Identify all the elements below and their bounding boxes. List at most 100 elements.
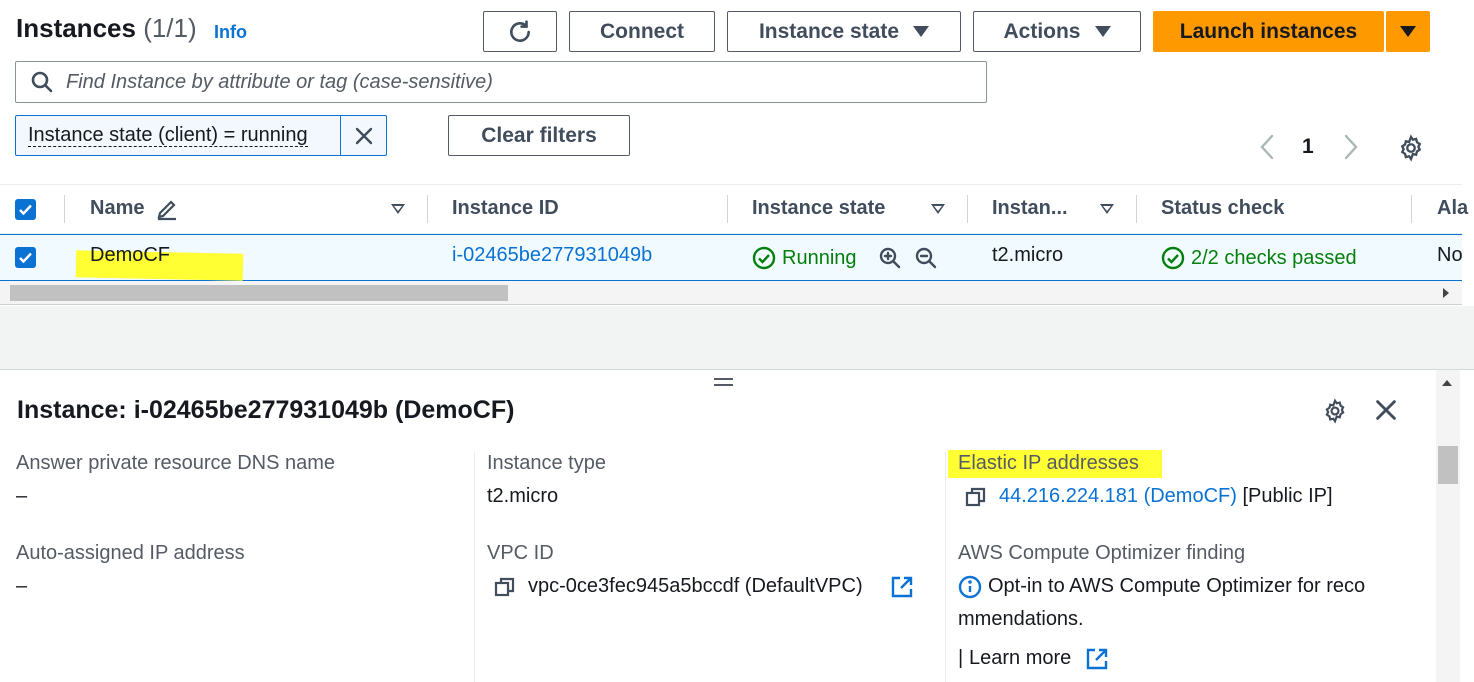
column-divider: [1411, 195, 1412, 223]
vertical-scrollbar[interactable]: [1436, 370, 1460, 682]
check-icon: [19, 204, 32, 216]
caret-down-icon: [1400, 26, 1416, 37]
table-row[interactable]: DemoCF i-02465be277931049b Running t2.mi…: [0, 234, 1463, 281]
column-divider: [967, 195, 968, 223]
page-number[interactable]: 1: [1302, 135, 1314, 159]
cell-alarm: No: [1437, 244, 1463, 266]
auto-ip-value: –: [16, 575, 28, 597]
column-header-instance-id[interactable]: Instance ID: [452, 197, 559, 220]
optimizer-label: AWS Compute Optimizer finding: [958, 542, 1246, 564]
column-divider: [945, 452, 946, 682]
clear-filters-button[interactable]: Clear filters: [448, 115, 630, 156]
chevron-right-icon[interactable]: [1340, 132, 1362, 162]
instance-state-dropdown[interactable]: Instance state: [727, 11, 961, 52]
info-circle-icon: [958, 575, 982, 599]
caret-down-icon: [913, 26, 930, 37]
chevron-left-icon[interactable]: [1256, 132, 1278, 162]
optimizer-opt-in-link-cont[interactable]: mmendations.: [958, 608, 1084, 631]
external-link-icon[interactable]: [890, 575, 914, 599]
search-input[interactable]: [66, 70, 966, 94]
filter-token-text: Instance state (client) = running: [28, 124, 308, 147]
state-running-text: Running: [782, 246, 857, 269]
column-divider: [474, 452, 475, 682]
detail-panel-title: Instance: i-02465be277931049b (DemoCF): [17, 396, 515, 424]
caret-down-icon: [1094, 26, 1111, 37]
scrollbar-thumb[interactable]: [10, 285, 508, 301]
column-header-instance-type[interactable]: Instan...: [992, 197, 1068, 220]
gear-icon[interactable]: [1397, 134, 1425, 162]
info-link[interactable]: Info: [214, 22, 247, 43]
zoom-out-icon[interactable]: [914, 246, 938, 270]
column-header-name[interactable]: Name: [90, 197, 144, 220]
column-header-status-check[interactable]: Status check: [1161, 197, 1284, 220]
close-icon: [355, 127, 372, 144]
check-circle-icon: [752, 246, 776, 270]
cell-name[interactable]: DemoCF: [90, 244, 170, 267]
search-box[interactable]: [15, 61, 987, 103]
page-title-text: Instances: [16, 13, 136, 43]
cell-instance-type: t2.micro: [992, 244, 1064, 266]
launch-label: Launch instances: [1179, 19, 1358, 43]
actions-dropdown[interactable]: Actions: [973, 11, 1141, 52]
auto-ip-label: Auto-assigned IP address: [16, 542, 245, 564]
learn-more-separator: |: [958, 647, 964, 669]
column-header-instance-state[interactable]: Instance state: [752, 197, 885, 220]
vpc-id-label: VPC ID: [487, 542, 554, 564]
column-divider: [727, 195, 728, 223]
dns-name-value: –: [16, 485, 28, 507]
connect-label: Connect: [600, 19, 684, 43]
search-icon: [31, 71, 53, 93]
filter-token[interactable]: Instance state (client) = running: [15, 115, 387, 156]
scrollbar-thumb[interactable]: [1438, 446, 1458, 484]
cell-instance-state: Running: [752, 246, 857, 270]
cell-instance-id[interactable]: i-02465be277931049b: [452, 244, 652, 267]
table-footer-area: [0, 306, 1474, 370]
status-check-text: 2/2 checks passed: [1191, 246, 1357, 269]
elastic-ip-label: Elastic IP addresses: [958, 452, 1139, 474]
clear-filters-label: Clear filters: [481, 123, 597, 147]
horizontal-scrollbar[interactable]: [0, 281, 1462, 305]
resize-handle-icon[interactable]: [714, 378, 733, 390]
sort-caret-icon[interactable]: [931, 204, 945, 214]
instance-state-label: Instance state: [758, 19, 900, 43]
instance-count: (1/1): [143, 13, 197, 43]
launch-instances-button[interactable]: Launch instances: [1153, 11, 1384, 52]
filter-token-label[interactable]: Instance state (client) = running: [16, 116, 340, 155]
copy-icon[interactable]: [965, 486, 987, 508]
actions-label: Actions: [1003, 19, 1081, 43]
connect-button[interactable]: Connect: [569, 11, 715, 52]
close-icon[interactable]: [1374, 398, 1398, 422]
scroll-up-arrow-icon[interactable]: [1442, 380, 1452, 386]
cell-status-check: 2/2 checks passed: [1161, 246, 1357, 270]
column-header-alarm[interactable]: Ala: [1437, 197, 1468, 220]
row-checkbox[interactable]: [15, 247, 36, 268]
instance-type-label: Instance type: [487, 452, 606, 474]
select-all-checkbox[interactable]: [15, 199, 36, 220]
learn-more-link[interactable]: Learn more: [969, 647, 1071, 670]
scroll-right-arrow-icon[interactable]: [1443, 288, 1449, 298]
column-divider: [1136, 195, 1137, 223]
external-link-icon[interactable]: [1085, 647, 1109, 671]
refresh-button[interactable]: [483, 11, 557, 52]
dns-name-label: Answer private resource DNS name: [16, 452, 336, 474]
check-icon: [19, 252, 32, 264]
optimizer-opt-in-link[interactable]: Opt-in to AWS Compute Optimizer for reco: [988, 575, 1365, 598]
launch-options-dropdown[interactable]: [1386, 11, 1430, 52]
table-header: Name Instance ID Instance state Instan..…: [0, 184, 1468, 234]
page-title: Instances (1/1): [16, 13, 197, 44]
elastic-ip-suffix: [Public IP]: [1242, 485, 1333, 507]
column-divider: [427, 195, 428, 223]
gear-icon[interactable]: [1322, 398, 1348, 424]
edit-icon[interactable]: [155, 197, 179, 221]
zoom-in-icon[interactable]: [878, 246, 902, 270]
elastic-ip-link[interactable]: 44.216.224.181 (DemoCF): [999, 485, 1237, 507]
remove-filter-button[interactable]: [340, 116, 386, 155]
instance-type-value: t2.micro: [487, 485, 559, 507]
copy-icon[interactable]: [494, 576, 516, 598]
column-divider: [64, 195, 65, 223]
sort-caret-icon[interactable]: [1100, 204, 1114, 214]
vpc-id-link[interactable]: vpc-0ce3fec945a5bccdf (DefaultVPC): [528, 575, 863, 598]
sort-caret-icon[interactable]: [391, 204, 405, 214]
refresh-icon: [510, 19, 530, 42]
check-circle-icon: [1161, 246, 1185, 270]
